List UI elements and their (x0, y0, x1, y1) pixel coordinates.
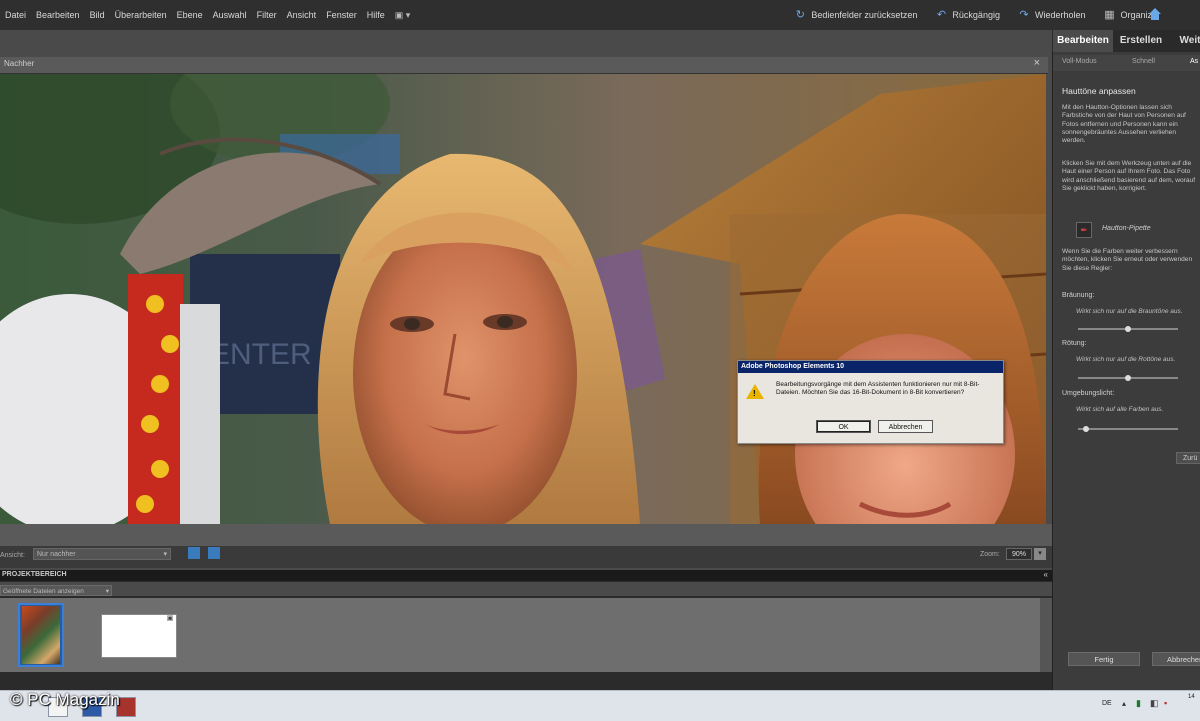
portrait-photo: ENTER (0, 74, 1046, 524)
home-icon[interactable] (1148, 7, 1162, 21)
menu-bild[interactable]: Bild (85, 10, 110, 20)
photo-canvas[interactable]: ENTER (0, 74, 1046, 524)
layered-file-icon: ▣ (166, 615, 174, 622)
tray-flag-icon[interactable]: ▪ (1164, 698, 1167, 708)
refresh-icon: ↻ (795, 9, 805, 21)
menu-fenster[interactable]: Fenster (321, 10, 362, 20)
ok-button[interactable]: OK (816, 420, 871, 433)
eyedropper-icon[interactable]: ✒ (1076, 222, 1092, 238)
watermark: © PC Magazin (10, 690, 120, 709)
warning-mark: ! (753, 389, 756, 398)
tab-weitergeben[interactable]: Weit (1170, 30, 1200, 52)
chevron-down-icon: ▾ (105, 588, 109, 595)
bin-filter-select[interactable]: Geöffnete Dateien anzeigen ▾ (0, 585, 112, 596)
taskbar (0, 690, 1200, 721)
menu-filter[interactable]: Filter (252, 10, 282, 20)
slider-hint-roetung: Wirkt sich nur auf die Rottöne aus. (1076, 356, 1176, 363)
reset-button[interactable]: Zurü (1176, 452, 1200, 464)
redo-label: Wiederholen (1034, 10, 1086, 20)
slider-roetung[interactable] (1078, 375, 1178, 381)
slider-label-umgebungslicht: Umgebungslicht: (1062, 390, 1115, 397)
dialog-title: Adobe Photoshop Elements 10 (738, 361, 1003, 373)
subtab-assistent[interactable]: As (1190, 58, 1198, 65)
panel-heading: Hauttöne anpassen (1062, 86, 1136, 96)
bin-filter-value: Geöffnete Dateien anzeigen (3, 588, 84, 595)
menu-datei[interactable]: Datei (0, 10, 31, 20)
eyedropper-label: Hautton-Pipette (1102, 225, 1151, 232)
rotate-left-icon[interactable] (188, 547, 200, 559)
organizer-icon: ▦ (1104, 9, 1115, 21)
main-menu: Datei Bearbeiten Bild Überarbeiten Ebene… (0, 0, 415, 30)
subtab-schnell[interactable]: Schnell (1132, 58, 1155, 65)
menu-ebene[interactable]: Ebene (172, 10, 208, 20)
menu-hilfe[interactable]: Hilfe (362, 10, 390, 20)
svg-text:ENTER: ENTER (210, 338, 312, 371)
slider-hint-braeunung: Wirkt sich nur auf die Brauntöne aus. (1076, 308, 1183, 315)
tab-erstellen[interactable]: Erstellen (1116, 30, 1166, 52)
panel-instruction: Klicken Sie mit dem Werkzeug unten auf d… (1062, 160, 1196, 192)
view-label: Ansicht: (0, 552, 25, 559)
panel-intro: Mit den Hautton-Optionen lassen sich Far… (1062, 104, 1186, 145)
redo-button[interactable]: ↷ Wiederholen (1018, 9, 1086, 21)
reset-panels-label: Bedienfelder zurücksetzen (811, 10, 918, 20)
undo-button[interactable]: ↶ Rückgängig (935, 9, 1000, 21)
slider-hint-umgebungslicht: Wirkt sich auf alle Farben aus. (1076, 406, 1164, 413)
document-titlebar: Nachher × (0, 57, 1048, 74)
undo-label: Rückgängig (952, 10, 1000, 20)
panel-refine: Wenn Sie die Farben weiter verbessern mö… (1062, 248, 1193, 272)
view-select[interactable]: Nur nachher ▾ (33, 548, 171, 560)
tray-network-icon[interactable]: ▮ (1136, 698, 1141, 709)
menu-auswahl[interactable]: Auswahl (208, 10, 252, 20)
close-icon[interactable]: × (1034, 57, 1040, 69)
slider-thumb[interactable] (1082, 426, 1089, 432)
status-strip (0, 672, 1200, 690)
bin-scrollbar[interactable] (1040, 598, 1052, 672)
project-bin-title: PROJEKTBEREICH (2, 571, 67, 578)
slider-thumb[interactable] (1125, 326, 1131, 332)
tab-bearbeiten[interactable]: Bearbeiten (1053, 30, 1113, 52)
panel-cancel-button[interactable]: Abbrechen (1152, 652, 1200, 666)
slider-label-braeunung: Bräunung: (1062, 292, 1095, 299)
collapse-icon[interactable]: « (1044, 570, 1048, 579)
menu-bar-actions: ↻ Bedienfelder zurücksetzen ↶ Rückgängig… (794, 0, 1160, 30)
redo-icon: ↷ (1019, 9, 1029, 21)
menu-ueberarbeiten[interactable]: Überarbeiten (110, 10, 172, 20)
chevron-down-icon: ▾ (163, 551, 167, 558)
thumbnail-image (22, 606, 60, 664)
zoom-label: Zoom: (980, 551, 1000, 558)
subtab-voll[interactable]: Voll-Modus (1062, 58, 1097, 65)
menu-ansicht[interactable]: Ansicht (282, 10, 322, 20)
menu-bar: Datei Bearbeiten Bild Überarbeiten Ebene… (0, 0, 1200, 31)
language-indicator[interactable]: DE (1102, 700, 1112, 707)
slider-braeunung[interactable] (1078, 326, 1178, 332)
zoom-input[interactable]: 90% (1006, 548, 1032, 560)
reset-panels-button[interactable]: ↻ Bedienfelder zurücksetzen (794, 9, 918, 21)
zoom-dropdown-icon[interactable]: ▾ (1034, 548, 1046, 560)
done-button[interactable]: Fertig (1068, 652, 1140, 666)
slider-thumb[interactable] (1125, 375, 1131, 381)
tray-volume-icon[interactable]: ◧ (1150, 698, 1159, 709)
clock[interactable]: 14 (1188, 694, 1195, 700)
slider-umgebungslicht[interactable] (1078, 426, 1178, 432)
dialog-message: Bearbeitungsvorgänge mit dem Assistenten… (776, 381, 980, 396)
menu-bearbeiten[interactable]: Bearbeiten (31, 10, 85, 20)
convert-dialog: Adobe Photoshop Elements 10 ! Bearbeitun… (737, 360, 1004, 444)
rotate-right-icon[interactable] (208, 547, 220, 559)
cancel-button[interactable]: Abbrechen (878, 420, 933, 433)
tray-arrow-icon[interactable]: ▴ (1122, 699, 1126, 708)
slider-label-roetung: Rötung: (1062, 340, 1087, 347)
view-select-value: Nur nachher (37, 551, 76, 558)
undo-icon: ↶ (936, 9, 947, 21)
layout-dropdown-icon[interactable]: ▣ ▾ (390, 10, 416, 21)
bin-filter-row (0, 582, 1052, 596)
document-bottom-bar (0, 524, 1052, 546)
document-title: Nachher (4, 59, 35, 68)
project-bin-header: PROJEKTBEREICH « (0, 570, 1052, 581)
